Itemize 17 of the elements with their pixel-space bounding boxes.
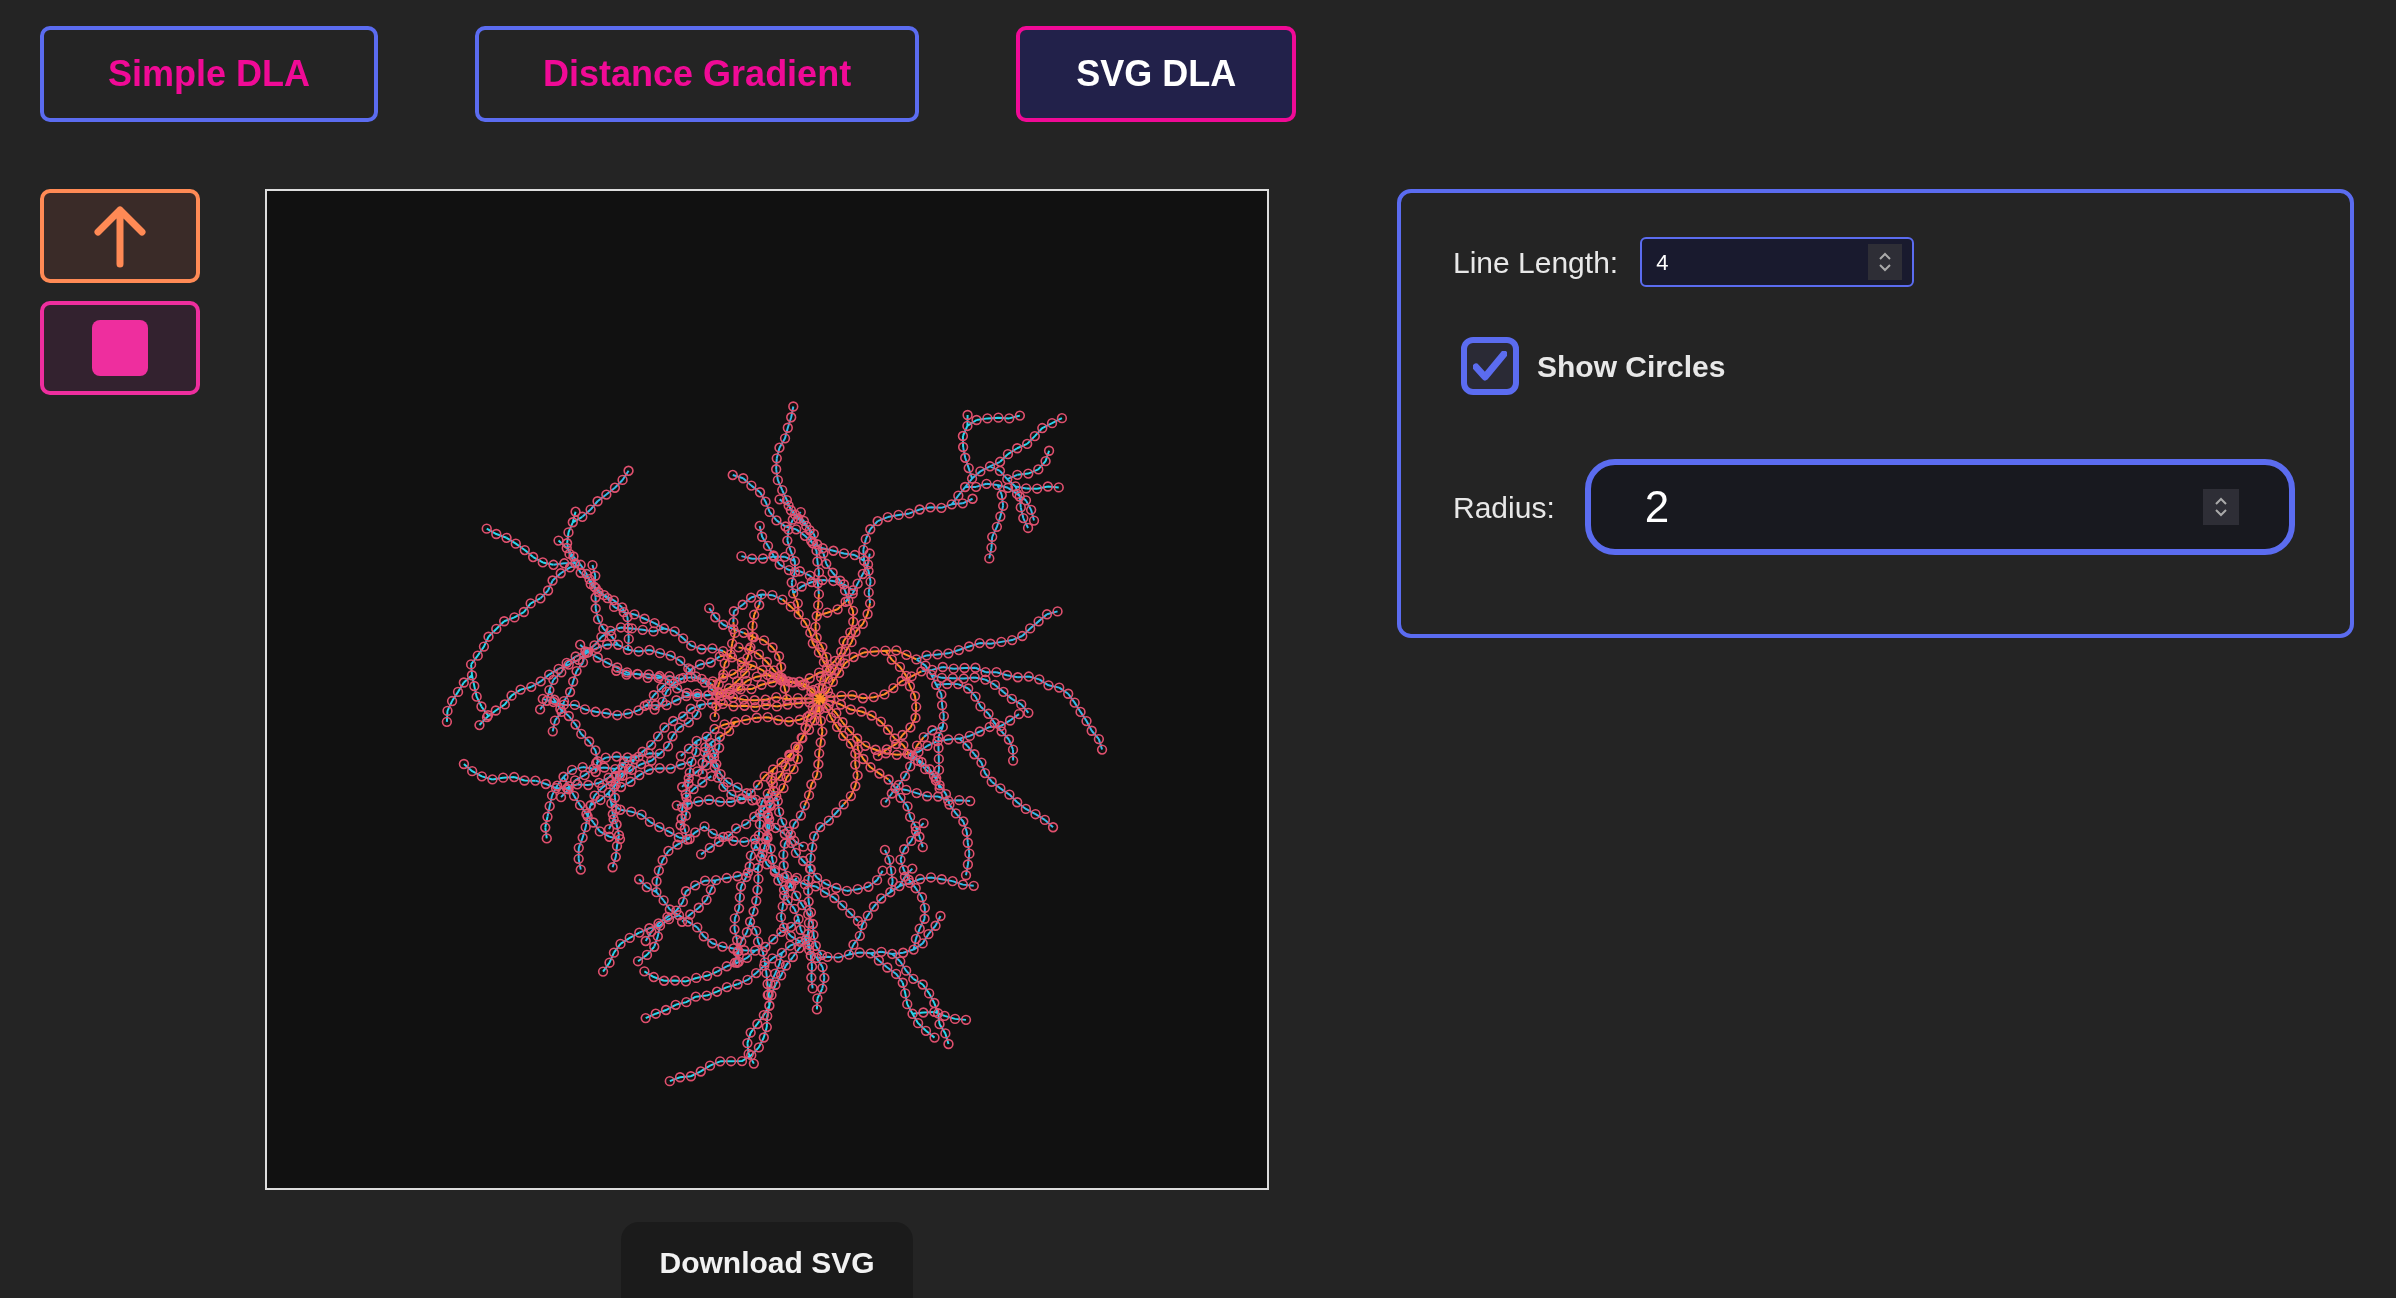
checkmark-icon [1473, 351, 1507, 381]
show-circles-checkbox[interactable] [1461, 337, 1519, 395]
up-arrow-icon [92, 204, 148, 268]
upload-button[interactable] [40, 189, 200, 283]
line-length-field[interactable]: 4 [1640, 237, 1915, 287]
show-circles-label: Show Circles [1537, 348, 1726, 385]
spinner-icon [1878, 251, 1893, 273]
spinner-icon [2213, 496, 2228, 518]
stop-icon [92, 320, 148, 376]
line-length-label: Line Length: [1453, 244, 1619, 281]
download-button[interactable]: Download SVG [621, 1222, 913, 1298]
stop-button[interactable] [40, 301, 200, 395]
tab[interactable]: Distance Gradient [475, 26, 920, 122]
radius-label: Radius: [1453, 489, 1555, 526]
tab[interactable]: SVG DLA [1016, 26, 1297, 122]
radius-field[interactable]: 2 [1584, 459, 2295, 555]
tab[interactable]: Simple DLA [40, 26, 379, 122]
